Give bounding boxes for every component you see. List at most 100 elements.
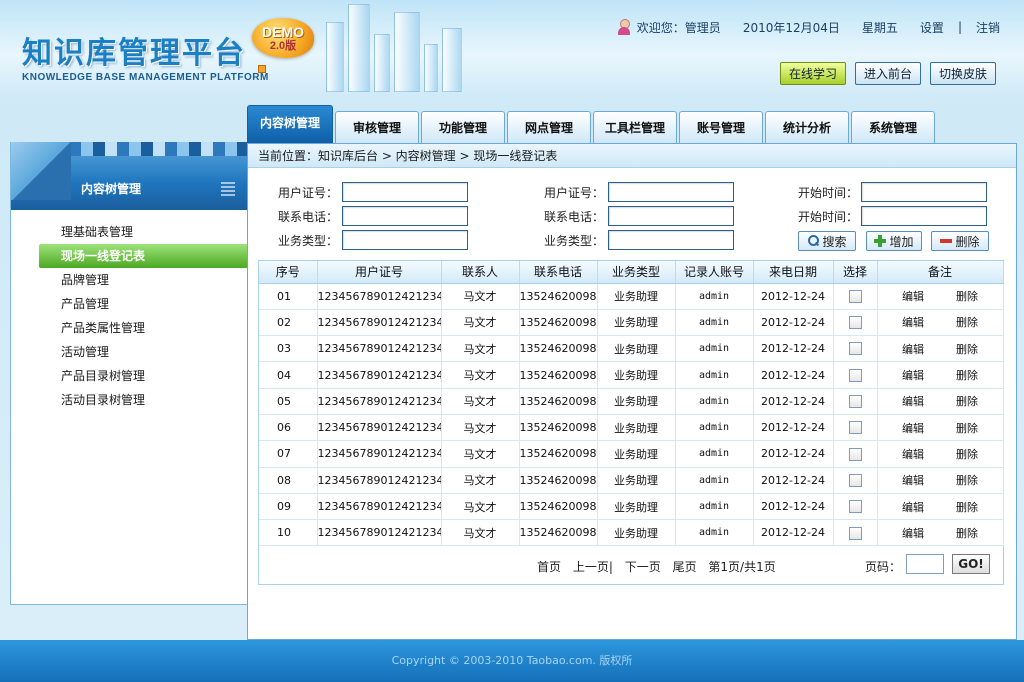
tab-function[interactable]: 功能管理 — [421, 111, 505, 143]
row-checkbox[interactable] — [848, 316, 862, 330]
call-date-cell: 2012-12-24 — [753, 493, 834, 521]
ops-cell: 编辑 删除 — [877, 440, 1004, 468]
biz-type-input[interactable] — [342, 230, 468, 250]
logout-link[interactable]: 注销 — [976, 19, 1000, 36]
go-button[interactable]: GO! — [952, 554, 990, 575]
select-cell — [833, 388, 878, 415]
remove-link[interactable]: 删除 — [956, 527, 978, 540]
ops-cell: 编辑 删除 — [877, 467, 1004, 494]
pager-links: 首页 上一页| 下一页 尾页 第1页/共1页 — [537, 558, 784, 575]
remove-link[interactable]: 删除 — [956, 316, 978, 329]
footer: Copyright © 2003-2010 Taobao.com. 版权所 — [0, 640, 1024, 682]
col-header: 用户证号 — [317, 261, 442, 284]
edit-link[interactable]: 编辑 — [902, 527, 924, 540]
online-learning-button[interactable]: 在线学习 — [779, 62, 846, 85]
page-info: 第1页/共1页 — [708, 560, 776, 575]
sidebar-item-basic-table[interactable]: 理基础表管理 — [11, 220, 249, 244]
select-cell — [833, 361, 878, 389]
contact-cell: 马文才 — [441, 361, 520, 389]
remove-link[interactable]: 删除 — [956, 395, 978, 408]
tab-content-tree[interactable]: 内容树管理 — [247, 105, 333, 143]
row-checkbox[interactable] — [848, 289, 862, 303]
row-checkbox[interactable] — [848, 500, 862, 514]
user-id-cell: 123456789012421234 — [317, 414, 442, 442]
row-checkbox[interactable] — [848, 421, 862, 435]
prev-page-link[interactable]: 上一页| — [573, 560, 613, 574]
row-checkbox[interactable] — [848, 395, 862, 409]
remove-link[interactable]: 删除 — [956, 448, 978, 461]
call-date-cell: 2012-12-24 — [753, 283, 834, 310]
enter-frontend-button[interactable]: 进入前台 — [854, 62, 921, 85]
page-number-input[interactable] — [906, 554, 944, 575]
edit-link[interactable]: 编辑 — [902, 369, 924, 382]
row-index: 07 — [259, 440, 318, 468]
edit-link[interactable]: 编辑 — [902, 422, 924, 435]
settings-link[interactable]: 设置 — [920, 19, 944, 36]
sidebar-item-product-attr[interactable]: 产品类属性管理 — [11, 316, 249, 340]
sidebar-item-product-tree[interactable]: 产品目录树管理 — [11, 364, 249, 388]
recorder-cell: admin — [675, 440, 754, 468]
call-date-cell: 2012-12-24 — [753, 440, 834, 468]
phone-input-2[interactable] — [608, 206, 734, 226]
sidebar-item-brand[interactable]: 品牌管理 — [11, 268, 249, 292]
user-id-input[interactable] — [342, 182, 468, 202]
search-button-label: 搜索 — [822, 234, 847, 249]
sidebar-item-activity[interactable]: 活动管理 — [11, 340, 249, 364]
edit-link[interactable]: 编辑 — [902, 474, 924, 487]
edit-link[interactable]: 编辑 — [902, 501, 924, 514]
remove-link[interactable]: 删除 — [956, 343, 978, 356]
edit-link[interactable]: 编辑 — [902, 448, 924, 461]
table-row: 08 123456789012421234 马文才 135246200987 业务助理 a… — [259, 467, 1004, 494]
sidebar-item-onsite-register[interactable]: 现场一线登记表 — [39, 244, 247, 268]
last-page-link[interactable]: 尾页 — [673, 560, 697, 574]
edit-link[interactable]: 编辑 — [902, 316, 924, 329]
sidebar-item-activity-tree[interactable]: 活动目录树管理 — [11, 388, 249, 412]
edit-link[interactable]: 编辑 — [902, 395, 924, 408]
remove-link[interactable]: 删除 — [956, 290, 978, 303]
row-checkbox[interactable] — [848, 447, 862, 461]
start-time-input-2[interactable] — [861, 206, 987, 226]
row-checkbox[interactable] — [848, 526, 862, 540]
ops-cell: 编辑 删除 — [877, 361, 1004, 389]
user-icon — [617, 19, 631, 35]
remove-link[interactable]: 删除 — [956, 501, 978, 514]
delete-button[interactable]: 删除 — [931, 231, 989, 251]
user-id-input-2[interactable] — [608, 182, 734, 202]
breadcrumb: 当前位置：知识库后台 > 内容树管理 > 现场一线登记表 — [248, 144, 1016, 168]
remove-link[interactable]: 删除 — [956, 422, 978, 435]
tab-review[interactable]: 审核管理 — [335, 111, 419, 143]
logo-mark-icon — [258, 65, 266, 73]
tab-outlet[interactable]: 网点管理 — [507, 111, 591, 143]
ops-cell: 编辑 删除 — [877, 388, 1004, 415]
tab-statistics[interactable]: 统计分析 — [765, 111, 849, 143]
tab-toolbar[interactable]: 工具栏管理 — [593, 111, 677, 143]
ops-cell: 编辑 删除 — [877, 519, 1004, 547]
start-time-input[interactable] — [861, 182, 987, 202]
start-time-label-2: 开始时间： — [797, 210, 858, 224]
row-checkbox[interactable] — [848, 368, 862, 382]
remove-link[interactable]: 删除 — [956, 474, 978, 487]
add-button[interactable]: 增加 — [866, 231, 922, 251]
biz-type-label-2: 业务类型： — [543, 234, 604, 248]
phone-cell: 135246200987 — [519, 493, 598, 521]
phone-input[interactable] — [342, 206, 468, 226]
switch-skin-button[interactable]: 切换皮肤 — [929, 62, 996, 85]
sidebar-item-product[interactable]: 产品管理 — [11, 292, 249, 316]
next-page-link[interactable]: 下一页 — [625, 560, 661, 574]
biz-type-cell: 业务助理 — [597, 414, 676, 442]
tab-system[interactable]: 系统管理 — [851, 111, 935, 143]
first-page-link[interactable]: 首页 — [537, 560, 561, 574]
user-id-cell: 123456789012421234 — [317, 283, 442, 310]
biz-type-cell: 业务助理 — [597, 467, 676, 494]
remove-link[interactable]: 删除 — [956, 369, 978, 382]
table-row: 10 123456789012421234 马文才 135246200987 业务助理 a… — [259, 519, 1004, 547]
edit-link[interactable]: 编辑 — [902, 290, 924, 303]
edit-link[interactable]: 编辑 — [902, 343, 924, 356]
demo-badge: DEMO 2.0版 — [252, 18, 314, 58]
col-header: 记录人账号 — [675, 261, 754, 284]
search-button[interactable]: 搜索 — [798, 231, 856, 251]
row-checkbox[interactable] — [848, 473, 862, 487]
row-checkbox[interactable] — [848, 342, 862, 356]
tab-account[interactable]: 账号管理 — [679, 111, 763, 143]
biz-type-input-2[interactable] — [608, 230, 734, 250]
